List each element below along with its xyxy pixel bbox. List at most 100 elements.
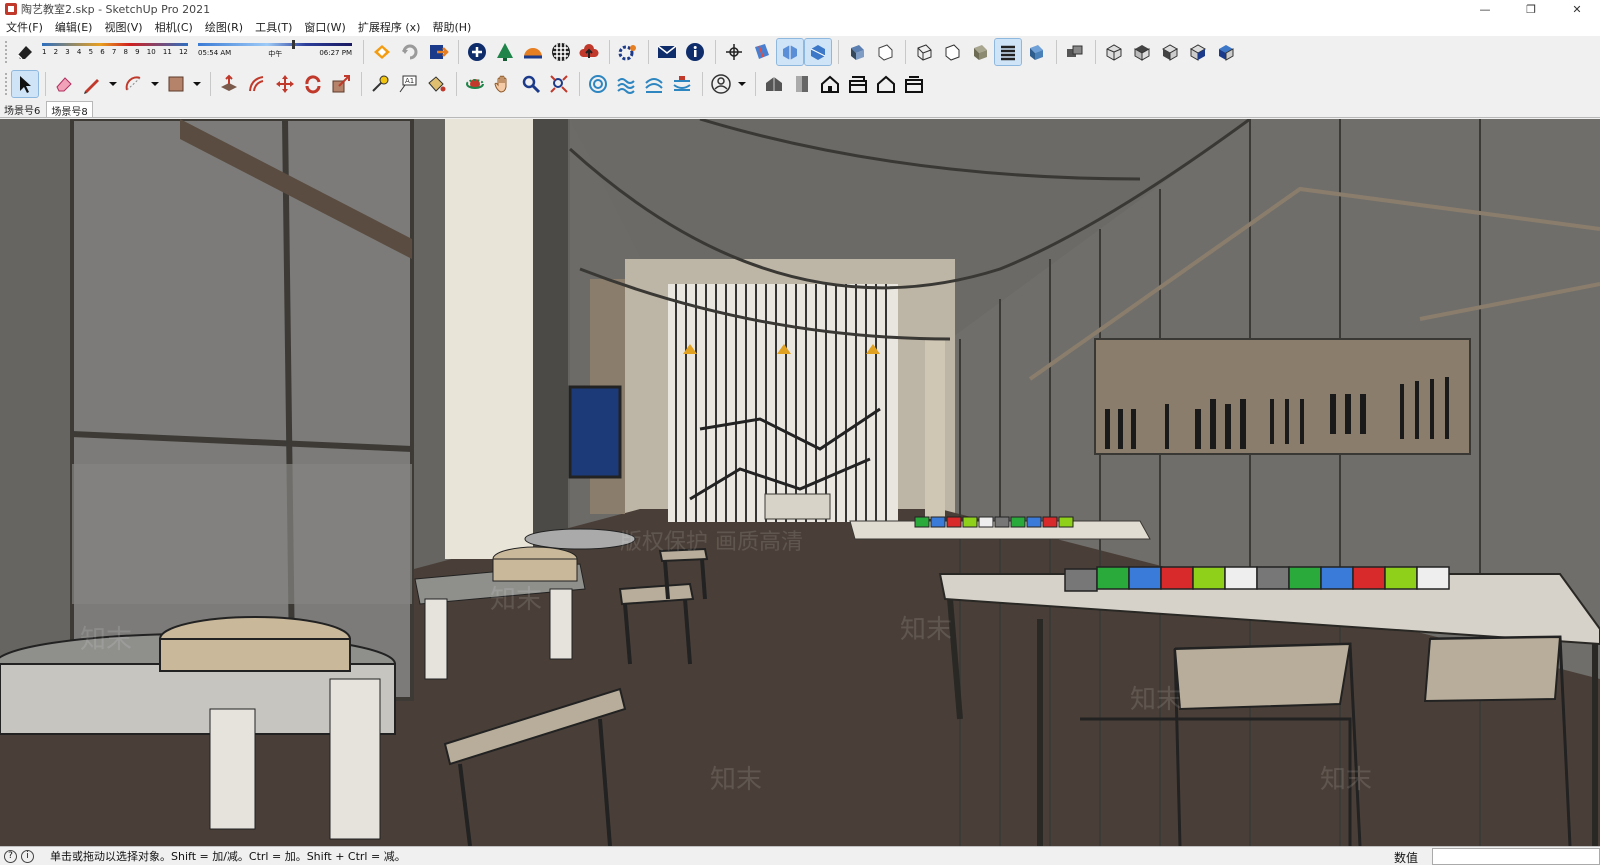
iso-house-icon[interactable]	[761, 71, 787, 97]
export-icon[interactable]	[425, 39, 451, 65]
right-house-icon[interactable]	[845, 71, 871, 97]
back-house-icon[interactable]	[873, 71, 899, 97]
model-render	[0, 119, 1600, 846]
sandbox-scratch-icon[interactable]	[613, 71, 639, 97]
info-icon[interactable]	[682, 39, 708, 65]
push-pull-icon[interactable]	[216, 71, 242, 97]
menu-edit[interactable]: 编辑(E)	[49, 19, 99, 35]
offset-icon[interactable]	[244, 71, 270, 97]
extension-gear-icon[interactable]	[615, 39, 641, 65]
paint-bucket-icon[interactable]	[423, 71, 449, 97]
minimize-button[interactable]: —	[1462, 0, 1508, 18]
wireframe-icon[interactable]	[911, 39, 937, 65]
front-view-icon[interactable]	[1157, 39, 1183, 65]
scene-tab-6[interactable]: 场景号6	[0, 101, 44, 117]
move-icon[interactable]	[272, 71, 298, 97]
menu-draw[interactable]: 绘图(R)	[199, 19, 249, 35]
drawing-viewport[interactable]: 知末 知末 知末 知末 知末 知末 版权保护 画质高清	[0, 119, 1600, 846]
toolbar-grip[interactable]	[4, 40, 8, 64]
menu-tools[interactable]: 工具(T)	[249, 19, 298, 35]
sandbox-smoove-icon[interactable]	[641, 71, 667, 97]
shadow-time-slider[interactable]: 05:54 AM 中午 06:27 PM	[196, 39, 354, 65]
toolbar-top: 1 2 3 4 5 6 7 8 9 10 11 12 05:54 AM 中午 0…	[0, 36, 1600, 68]
sandbox-stamp-icon[interactable]	[669, 71, 695, 97]
time-mid-label: 中午	[268, 50, 283, 58]
top-house-icon[interactable]	[789, 71, 815, 97]
components-icon[interactable]	[1062, 39, 1088, 65]
display-section-planes-icon[interactable]	[776, 38, 804, 66]
menu-camera[interactable]: 相机(C)	[149, 19, 199, 35]
display-section-cuts-icon[interactable]	[804, 38, 832, 66]
info-icon[interactable]: i	[21, 849, 34, 863]
watermark: 知末	[1320, 765, 1373, 795]
add-location-icon[interactable]	[464, 39, 490, 65]
menu-extensions[interactable]: 扩展程序 (x)	[352, 19, 427, 35]
terrain-icon[interactable]	[492, 39, 518, 65]
sketchup-app-icon	[5, 3, 17, 15]
monochrome-icon[interactable]	[1023, 39, 1049, 65]
tape-measure-icon[interactable]	[367, 71, 393, 97]
pan-hand-icon[interactable]	[490, 71, 516, 97]
account-user-icon[interactable]	[708, 71, 734, 97]
axes-icon[interactable]	[721, 39, 747, 65]
geo-photo-icon[interactable]	[520, 39, 546, 65]
time-end-label: 06:27 PM	[319, 49, 352, 57]
front-house-icon[interactable]	[817, 71, 843, 97]
scale-icon[interactable]	[328, 71, 354, 97]
title-bar: 陶艺教室2.skp - SketchUp Pro 2021 — ❐ ✕	[0, 0, 1600, 18]
xray-icon[interactable]	[844, 39, 870, 65]
status-message: 单击或拖动以选择对象。Shift = 加/减。Ctrl = 加。Shift + …	[50, 850, 406, 863]
mail-icon[interactable]	[654, 39, 680, 65]
toolbar-grip[interactable]	[4, 72, 8, 96]
chevron-down-icon[interactable]	[736, 71, 748, 97]
text-icon[interactable]: A1	[395, 71, 421, 97]
window-controls: — ❐ ✕	[1462, 0, 1600, 18]
restore-button[interactable]: ❐	[1508, 0, 1554, 18]
measurements-input[interactable]	[1432, 848, 1600, 865]
menu-file[interactable]: 文件(F)	[0, 19, 49, 35]
back-edges-icon[interactable]	[872, 39, 898, 65]
scene-tab-8[interactable]: 场景号8	[46, 101, 93, 118]
shaded-textures-icon[interactable]	[994, 38, 1022, 66]
section-plane-icon[interactable]	[749, 39, 775, 65]
month-tick: 11	[162, 48, 172, 56]
sandbox-from-contours-icon[interactable]	[585, 71, 611, 97]
iso-view-icon[interactable]	[1101, 39, 1127, 65]
measurements-label: 数值	[1394, 851, 1419, 865]
watermark: 知末	[710, 765, 763, 795]
pencil-line-icon[interactable]	[79, 71, 105, 97]
checkerboard-icon[interactable]	[548, 39, 574, 65]
geo-location-icon[interactable]: ?	[4, 849, 17, 863]
refresh-icon[interactable]	[397, 39, 423, 65]
menu-view[interactable]: 视图(V)	[98, 19, 148, 35]
top-view-icon[interactable]	[1129, 39, 1155, 65]
toolbar-large-tool-set: A1	[0, 68, 1600, 100]
sketchup-window: 陶艺教室2.skp - SketchUp Pro 2021 — ❐ ✕ 文件(F…	[0, 0, 1600, 865]
select-arrow-icon[interactable]	[11, 70, 39, 98]
right-view-icon[interactable]	[1185, 39, 1211, 65]
menu-help[interactable]: 帮助(H)	[426, 19, 477, 35]
shaded-icon[interactable]	[967, 39, 993, 65]
menu-window[interactable]: 窗口(W)	[298, 19, 351, 35]
close-button[interactable]: ✕	[1554, 0, 1600, 18]
scene-tabs: 场景号6 场景号8	[0, 100, 1600, 118]
chevron-down-icon[interactable]	[149, 71, 161, 97]
zoom-icon[interactable]	[518, 71, 544, 97]
chevron-down-icon[interactable]	[191, 71, 203, 97]
eraser-icon[interactable]	[51, 71, 77, 97]
rectangle-icon[interactable]	[163, 71, 189, 97]
cloud-upload-icon[interactable]	[576, 39, 602, 65]
shadow-month-slider[interactable]: 1 2 3 4 5 6 7 8 9 10 11 12	[40, 39, 188, 65]
warehouse-icon[interactable]	[369, 39, 395, 65]
left-house-icon[interactable]	[901, 71, 927, 97]
hidden-line-icon[interactable]	[939, 39, 965, 65]
zoom-extents-icon[interactable]	[546, 71, 572, 97]
rotate-icon[interactable]	[300, 71, 326, 97]
arc-icon[interactable]	[121, 71, 147, 97]
orbit-icon[interactable]	[462, 71, 488, 97]
svg-text:A1: A1	[405, 77, 414, 85]
eraser-shadow-icon[interactable]	[12, 39, 38, 65]
back-view-icon[interactable]	[1213, 39, 1239, 65]
time-slider-handle[interactable]	[292, 40, 295, 49]
chevron-down-icon[interactable]	[107, 71, 119, 97]
